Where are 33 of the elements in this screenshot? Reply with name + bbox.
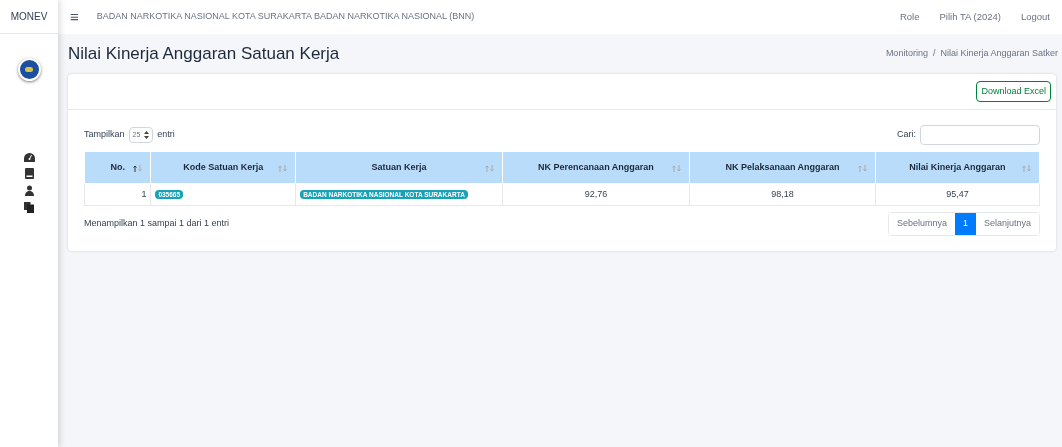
- table-cell: 92,76: [502, 183, 690, 206]
- column-header[interactable]: NK Pelaksanaan Anggaran: [689, 151, 876, 184]
- length-label: entri: [157, 128, 175, 142]
- user-icon[interactable]: [24, 185, 34, 196]
- column-header[interactable]: Nilai Kinerja Anggaran: [875, 151, 1040, 184]
- header-title: BADAN NARKOTIKA NASIONAL KOTA SURAKARTA BADAN NARKOTIKA NASIONAL (BNN): [96, 10, 475, 24]
- brand-name[interactable]: MONEV: [10, 9, 48, 24]
- copy-icon[interactable]: [24, 202, 34, 213]
- logo-icon: [17, 58, 41, 81]
- nav-link[interactable]: Role: [899, 9, 920, 25]
- search-field[interactable]: [920, 125, 1040, 145]
- table-cell: 95,47: [875, 183, 1040, 206]
- table-cell: 1: [84, 183, 151, 206]
- breadcrumb-separator: /: [932, 47, 936, 61]
- download-excel-button[interactable]: Download Excel: [976, 80, 1051, 103]
- column-header[interactable]: No.: [84, 151, 151, 184]
- column-header[interactable]: Satuan Kerja: [295, 151, 503, 184]
- column-header[interactable]: Kode Satuan Kerja: [150, 151, 296, 184]
- search-label: Cari:: [897, 128, 916, 142]
- updown-icon: [144, 131, 150, 139]
- menu-icon[interactable]: ≡: [70, 5, 79, 29]
- table-cell: 98,18: [689, 183, 876, 206]
- book-icon[interactable]: [24, 168, 34, 179]
- breadcrumb-item: Nilai Kinerja Anggaran Satker: [940, 47, 1058, 61]
- gauge-icon[interactable]: [23, 153, 35, 162]
- pagination-button[interactable]: 1: [954, 213, 976, 235]
- nav-link[interactable]: Logout: [1020, 9, 1050, 25]
- breadcrumb-item[interactable]: Monitoring: [885, 47, 928, 61]
- page-title: Nilai Kinerja Anggaran Satuan Kerja: [68, 43, 340, 66]
- column-header[interactable]: NK Perencanaan Anggaran: [502, 151, 690, 184]
- length-label: Tampilkan: [84, 128, 125, 142]
- table-info: Menampilkan 1 sampai 1 dari 1 entri: [84, 217, 230, 231]
- nav-link[interactable]: Pilih TA (2024): [939, 9, 1001, 25]
